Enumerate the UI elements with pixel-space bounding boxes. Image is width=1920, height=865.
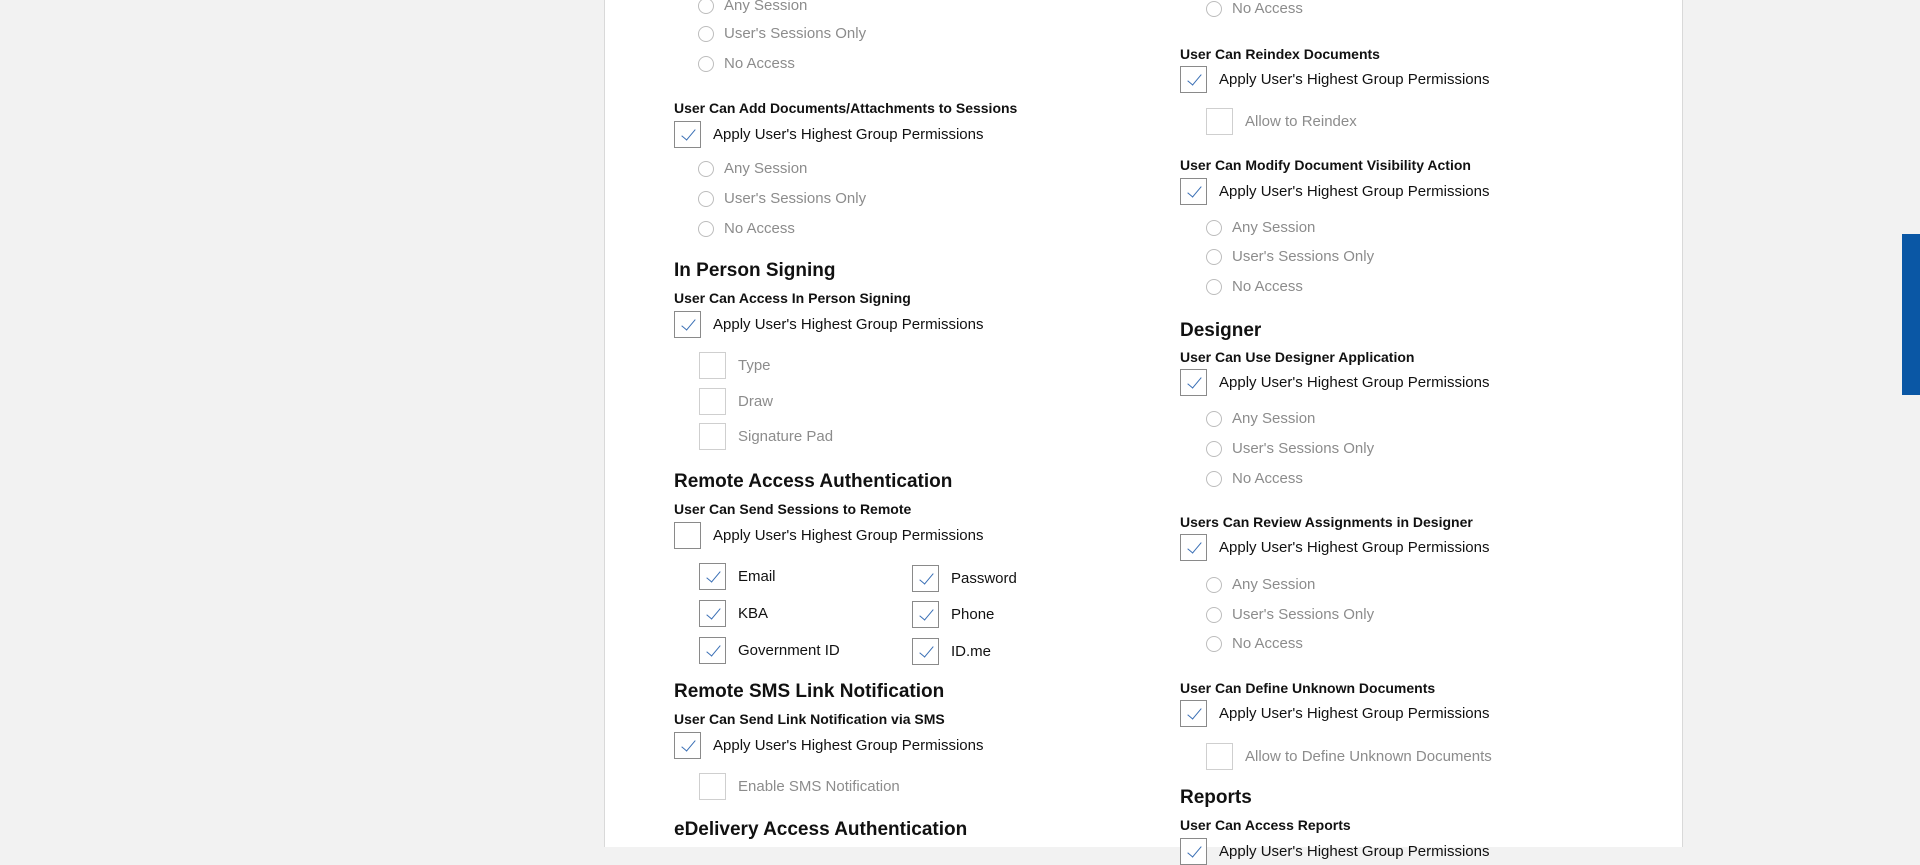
- checkbox[interactable]: [1206, 743, 1233, 770]
- checkbox[interactable]: [674, 121, 701, 148]
- radio-button[interactable]: [1206, 278, 1222, 295]
- review-apply[interactable]: Apply User's Highest Group Permissions: [1180, 534, 1489, 561]
- radio-button[interactable]: [698, 160, 714, 177]
- checkbox[interactable]: [699, 600, 726, 627]
- checkbox[interactable]: [674, 522, 701, 549]
- remote-kba[interactable]: KBA: [699, 600, 768, 627]
- remote-phone[interactable]: Phone: [912, 601, 994, 628]
- review-radio-none[interactable]: No Access: [1206, 635, 1303, 652]
- checkbox[interactable]: [699, 423, 726, 450]
- radio-button[interactable]: [1206, 248, 1222, 265]
- review-title: Users Can Review Assignments in Designer: [1180, 514, 1473, 530]
- checkbox[interactable]: [1180, 178, 1207, 205]
- radio-button[interactable]: [698, 190, 714, 207]
- review-radio-any[interactable]: Any Session: [1206, 576, 1315, 593]
- unknown-title: User Can Define Unknown Documents: [1180, 680, 1436, 696]
- add-documents-radio-any[interactable]: Any Session: [698, 160, 807, 177]
- radio-button[interactable]: [1206, 440, 1222, 457]
- reindex-apply[interactable]: Apply User's Highest Group Permissions: [1180, 66, 1489, 93]
- checkbox[interactable]: [1180, 66, 1207, 93]
- checkbox[interactable]: [699, 352, 726, 379]
- designer-apply[interactable]: Apply User's Highest Group Permissions: [1180, 369, 1489, 396]
- radio-button[interactable]: [1206, 470, 1222, 487]
- reindex-title: User Can Reindex Documents: [1180, 46, 1380, 62]
- designer-radio-any[interactable]: Any Session: [1206, 410, 1315, 427]
- in-person-apply[interactable]: Apply User's Highest Group Permissions: [674, 311, 983, 338]
- visibility-radio-none[interactable]: No Access: [1206, 278, 1303, 295]
- radio-no-access-top[interactable]: No Access: [698, 55, 795, 72]
- visibility-radio-users[interactable]: User's Sessions Only: [1206, 248, 1374, 265]
- remote-email[interactable]: Email: [699, 563, 776, 590]
- checkbox[interactable]: [699, 637, 726, 664]
- sms-enable[interactable]: Enable SMS Notification: [699, 773, 900, 800]
- radio-button[interactable]: [1206, 219, 1222, 236]
- radio-button[interactable]: [1206, 606, 1222, 623]
- sms-apply[interactable]: Apply User's Highest Group Permissions: [674, 732, 983, 759]
- radio-button[interactable]: [698, 0, 714, 14]
- reports-section-title: Reports: [1180, 787, 1252, 808]
- checkbox[interactable]: [674, 311, 701, 338]
- visibility-title: User Can Modify Document Visibility Acti…: [1180, 157, 1471, 173]
- in-person-type[interactable]: Type: [699, 352, 771, 379]
- radio-button[interactable]: [698, 220, 714, 237]
- radio-users-sessions-top[interactable]: User's Sessions Only: [698, 25, 866, 42]
- reindex-allow[interactable]: Allow to Reindex: [1206, 108, 1357, 135]
- radio-button[interactable]: [1206, 0, 1222, 17]
- in-person-section-title: In Person Signing: [674, 260, 836, 281]
- in-person-signature-pad[interactable]: Signature Pad: [699, 423, 833, 450]
- checkbox[interactable]: [1180, 369, 1207, 396]
- visibility-radio-any[interactable]: Any Session: [1206, 219, 1315, 236]
- review-radio-users[interactable]: User's Sessions Only: [1206, 606, 1374, 623]
- checkbox[interactable]: [674, 732, 701, 759]
- unknown-allow[interactable]: Allow to Define Unknown Documents: [1206, 743, 1492, 770]
- radio-any-session-top[interactable]: Any Session: [698, 0, 807, 14]
- unknown-apply[interactable]: Apply User's Highest Group Permissions: [1180, 700, 1489, 727]
- remote-government-id[interactable]: Government ID: [699, 637, 840, 664]
- add-documents-radio-none[interactable]: No Access: [698, 220, 795, 237]
- remote-section-title: Remote Access Authentication: [674, 471, 953, 492]
- reports-title: User Can Access Reports: [1180, 817, 1351, 833]
- visibility-apply[interactable]: Apply User's Highest Group Permissions: [1180, 178, 1489, 205]
- remote-title: User Can Send Sessions to Remote: [674, 501, 912, 517]
- radio-button[interactable]: [1206, 576, 1222, 593]
- sms-section-title: Remote SMS Link Notification: [674, 681, 945, 702]
- remote-idme[interactable]: ID.me: [912, 638, 991, 665]
- checkbox[interactable]: [912, 601, 939, 628]
- checkbox[interactable]: [1180, 700, 1207, 727]
- add-documents-apply[interactable]: Apply User's Highest Group Permissions: [674, 121, 983, 148]
- designer-title: User Can Use Designer Application: [1180, 349, 1415, 365]
- radio-button[interactable]: [698, 25, 714, 42]
- designer-radio-none[interactable]: No Access: [1206, 470, 1303, 487]
- checkbox[interactable]: [912, 638, 939, 665]
- remote-apply[interactable]: Apply User's Highest Group Permissions: [674, 522, 983, 549]
- checkbox[interactable]: [699, 388, 726, 415]
- radio-button[interactable]: [1206, 635, 1222, 652]
- in-person-title: User Can Access In Person Signing: [674, 290, 911, 306]
- checkbox[interactable]: [699, 773, 726, 800]
- sms-title: User Can Send Link Notification via SMS: [674, 711, 945, 727]
- radio-button[interactable]: [698, 55, 714, 72]
- radio-button[interactable]: [1206, 410, 1222, 427]
- reports-apply[interactable]: Apply User's Highest Group Permissions: [1180, 838, 1489, 865]
- add-documents-title: User Can Add Documents/Attachments to Se…: [674, 100, 1018, 116]
- edelivery-section-title: eDelivery Access Authentication: [674, 819, 968, 840]
- in-person-draw[interactable]: Draw: [699, 388, 773, 415]
- checkbox[interactable]: [1180, 534, 1207, 561]
- checkbox[interactable]: [912, 565, 939, 592]
- scrollbar-thumb[interactable]: [1902, 234, 1920, 395]
- designer-radio-users[interactable]: User's Sessions Only: [1206, 440, 1374, 457]
- designer-section-title: Designer: [1180, 320, 1262, 341]
- add-documents-radio-users[interactable]: User's Sessions Only: [698, 190, 866, 207]
- checkbox[interactable]: [1180, 838, 1207, 865]
- checkbox[interactable]: [1206, 108, 1233, 135]
- radio-no-access-top-right[interactable]: No Access: [1206, 0, 1303, 17]
- remote-password[interactable]: Password: [912, 565, 1017, 592]
- checkbox[interactable]: [699, 563, 726, 590]
